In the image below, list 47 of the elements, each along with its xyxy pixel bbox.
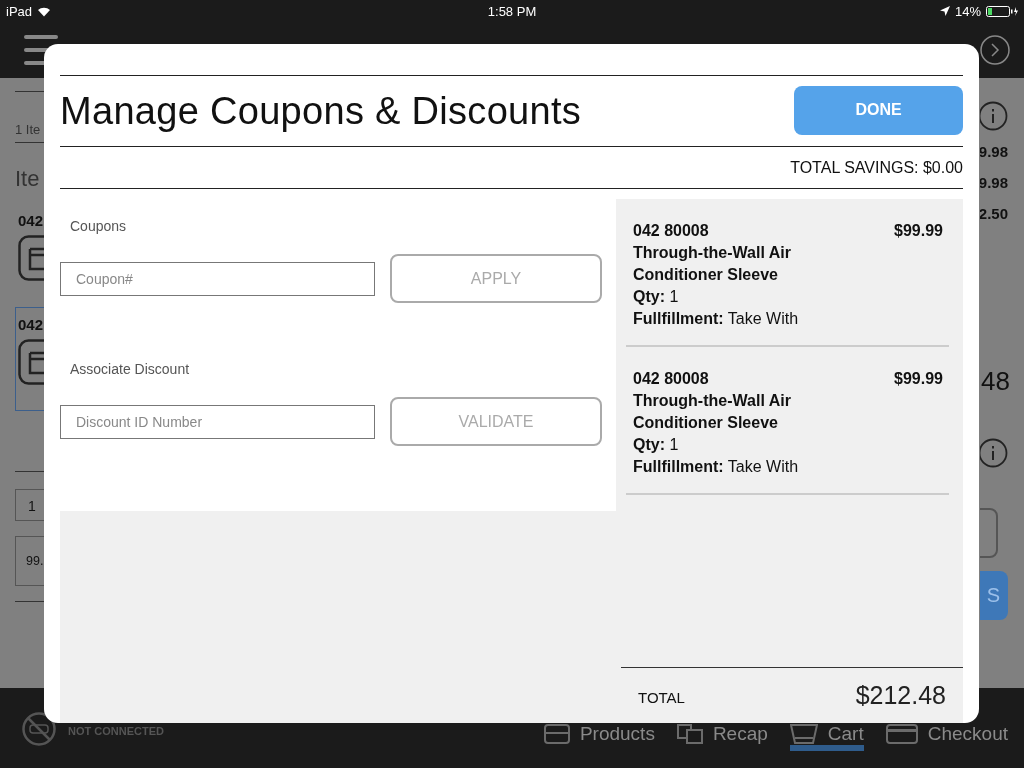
amount-text: 9.98 bbox=[980, 143, 1008, 162]
location-arrow-icon bbox=[940, 6, 950, 16]
nav-tab[interactable]: Checkout bbox=[885, 723, 1008, 751]
card-icon bbox=[885, 724, 918, 744]
carrier-label: iPad bbox=[6, 3, 33, 19]
amount-text: 9.98 bbox=[980, 174, 1008, 193]
battery-percentage: 14% bbox=[955, 3, 981, 19]
item-price: $99.99 bbox=[894, 369, 943, 389]
total-label: TOTAL bbox=[638, 688, 685, 706]
total-value: $212.48 bbox=[855, 681, 946, 710]
basket-icon bbox=[789, 724, 818, 744]
item-code: 042 bbox=[18, 316, 44, 333]
item-count: 1 Ite bbox=[15, 122, 41, 137]
info-icon[interactable] bbox=[980, 101, 1008, 131]
item-fulfillment: Fullfillment: Take With bbox=[633, 309, 800, 329]
status-time: 1:58 PM bbox=[487, 3, 537, 19]
nav-tab[interactable]: Products bbox=[543, 723, 655, 751]
total-savings: TOTAL SAVINGS: $0.00 bbox=[790, 158, 963, 177]
action-button[interactable]: S bbox=[980, 571, 1008, 620]
section-label: Coupons bbox=[70, 218, 128, 236]
cart-row[interactable]: 042 bbox=[15, 203, 44, 307]
nav-tab[interactable]: Recap bbox=[676, 723, 768, 751]
item-name: Through-the-Wall Air Conditioner Sleeve bbox=[633, 391, 792, 433]
coupon-field[interactable]: Coupon# bbox=[60, 261, 375, 296]
tray-icon bbox=[543, 724, 570, 744]
item-price: $99.99 bbox=[894, 221, 943, 241]
wifi-icon bbox=[37, 5, 52, 17]
item-fulfillment: Fullfillment: Take With bbox=[633, 457, 800, 477]
item-code: 042 80008 bbox=[633, 369, 710, 389]
done-button[interactable]: DONE bbox=[794, 85, 963, 135]
item-quantity: Qty: 1 bbox=[633, 435, 680, 455]
battery-icon bbox=[986, 5, 1018, 17]
connection-status: NOT CONNECTED bbox=[68, 725, 164, 737]
item-code: 042 80008 bbox=[633, 221, 710, 241]
chevron-right-icon[interactable] bbox=[980, 35, 1010, 65]
copy-icon bbox=[676, 724, 703, 744]
section-label: Associate Discount bbox=[70, 361, 191, 379]
item-quantity: Qty: 1 bbox=[633, 287, 680, 307]
item-name: Through-the-Wall Air Conditioner Sleeve bbox=[633, 243, 792, 285]
discount-id-field[interactable]: Discount ID Number bbox=[60, 404, 375, 439]
section-title: Ite bbox=[15, 166, 40, 192]
info-icon[interactable] bbox=[980, 438, 1008, 468]
total-amount: 48 bbox=[981, 366, 1010, 398]
amount-text: 2.50 bbox=[980, 205, 1008, 224]
item-code: 042 bbox=[18, 212, 44, 229]
dialog-title: Manage Coupons & Discounts bbox=[60, 89, 582, 133]
no-sled-icon bbox=[22, 712, 56, 746]
